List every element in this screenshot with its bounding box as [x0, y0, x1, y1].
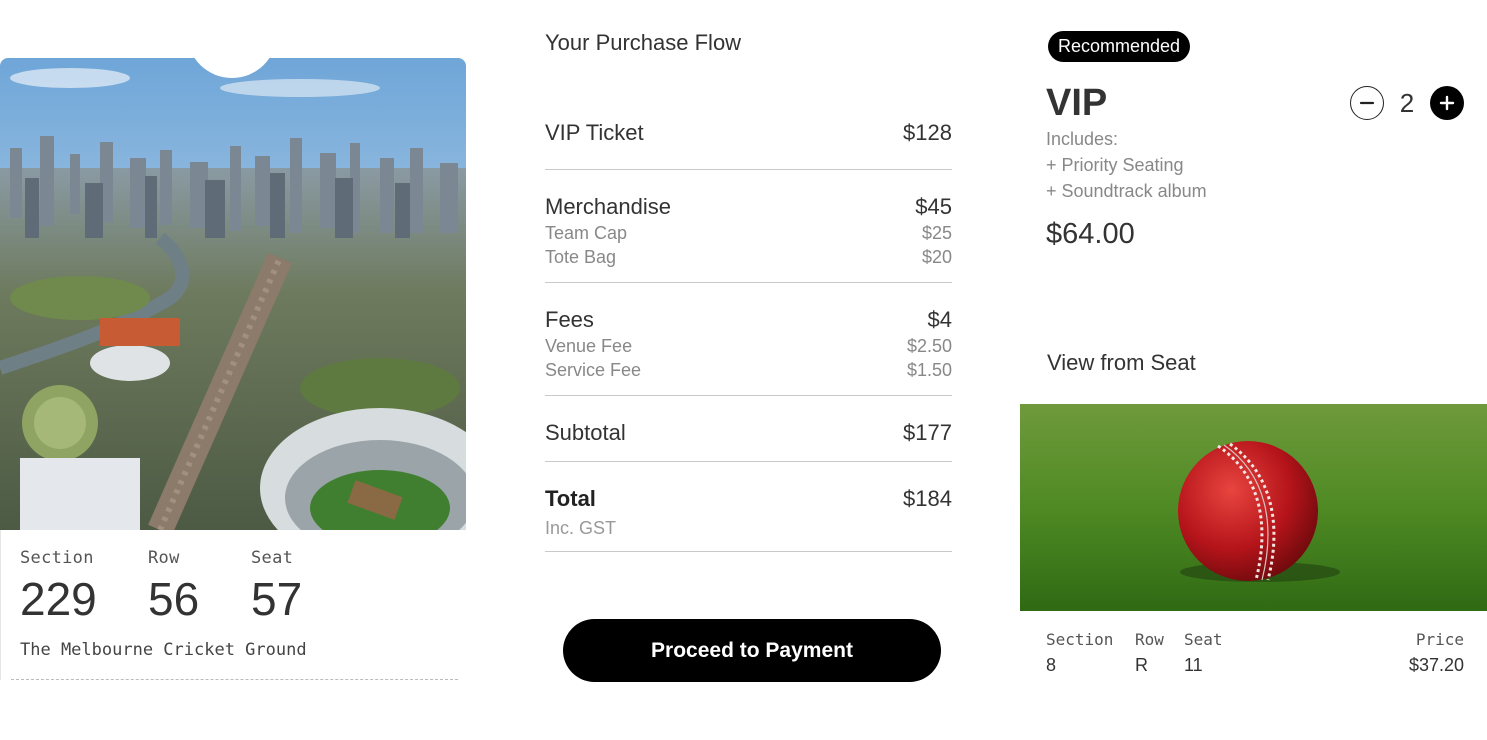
proceed-to-payment-button[interactable]: Proceed to Payment: [563, 619, 941, 682]
purchase-flow-title: Your Purchase Flow: [545, 30, 742, 55]
line-vip-ticket: VIP Ticket $128: [545, 120, 952, 170]
stadium-aerial-photo: [0, 58, 466, 530]
fee-item-label: Venue Fee: [545, 336, 633, 356]
subtotal-amount: $177: [903, 420, 952, 445]
ticket-row: Row 56: [148, 548, 199, 626]
total-amount: $184: [903, 486, 952, 511]
ticket-perforation: [11, 679, 458, 680]
seat-view-row: Row R: [1135, 630, 1164, 676]
decrease-quantity-button[interactable]: [1350, 86, 1384, 120]
vip-ticket-amount: $128: [903, 120, 952, 145]
seat-view-price-value: $37.20: [1408, 655, 1464, 675]
merchandise-label: Merchandise: [545, 194, 671, 219]
includes-label: Includes:: [1046, 129, 1119, 149]
ticket-seat-label: Seat: [251, 548, 294, 568]
ticket-section-label: Section: [20, 548, 94, 568]
merch-item-label: Tote Bag: [545, 247, 617, 267]
fee-item: Service Fee $1.50: [545, 360, 952, 381]
purchase-summary: VIP Ticket $128 Merchandise $45 Team Cap…: [545, 120, 952, 552]
seat-view-section: Section 8: [1046, 630, 1113, 676]
gst-note: Inc. GST: [545, 518, 617, 538]
total-label: Total: [545, 486, 596, 511]
merch-item: Team Cap $25: [545, 223, 952, 244]
seat-view-row-value: R: [1135, 655, 1148, 675]
seat-view-row-label: Row: [1135, 630, 1164, 649]
ticket-seat: Seat 57: [251, 548, 302, 626]
seat-view-section-value: 8: [1046, 655, 1057, 675]
line-merchandise: Merchandise $45 Team Cap $25 Tote Bag $2…: [545, 170, 952, 283]
fees-amount: $4: [927, 307, 952, 332]
include-item: + Soundtrack album: [1046, 181, 1207, 201]
line-fees: Fees $4 Venue Fee $2.50 Service Fee $1.5…: [545, 283, 952, 396]
fees-label: Fees: [545, 307, 594, 332]
seat-view-price: Price $37.20: [1409, 630, 1464, 676]
offer-title: VIP: [1046, 82, 1108, 124]
vip-ticket-label: VIP Ticket: [545, 120, 644, 145]
merchandise-amount: $45: [915, 194, 952, 219]
offer-price: $64.00: [1046, 218, 1135, 250]
seat-view-section-label: Section: [1046, 630, 1114, 649]
venue-name: The Melbourne Cricket Ground: [20, 640, 307, 660]
cricket-ball-photo: [1020, 404, 1487, 611]
seat-view-price-label: Price: [1415, 630, 1464, 649]
merch-item: Tote Bag $20: [545, 247, 952, 268]
recommended-badge: Recommended: [1048, 31, 1191, 62]
increase-quantity-button[interactable]: [1430, 86, 1464, 120]
minus-icon: [1359, 101, 1375, 105]
seat-view-seat-value: 11: [1184, 655, 1203, 675]
offer-includes: Includes: + Priority Seating + Soundtrac…: [1046, 126, 1207, 204]
line-total: Total $184 Inc. GST: [545, 462, 952, 552]
fee-item-amount: $1.50: [906, 360, 952, 380]
merch-item-amount: $20: [921, 247, 952, 267]
ticket-details: Section 229 Row 56 Seat 57 The Melbourne…: [0, 530, 466, 680]
view-from-seat-title: View from Seat: [1047, 350, 1196, 375]
seat-view-seat: Seat 11: [1184, 630, 1223, 676]
plus-icon: [1439, 95, 1455, 111]
merch-item-label: Team Cap: [545, 223, 628, 243]
quantity-value: 2: [1399, 87, 1415, 118]
seat-view-seat-label: Seat: [1184, 630, 1223, 649]
merch-item-amount: $25: [921, 223, 952, 243]
quantity-stepper: 2: [1350, 86, 1464, 120]
subtotal-label: Subtotal: [545, 420, 626, 445]
ticket-section: Section 229: [20, 548, 97, 626]
ticket-card: Section 229 Row 56 Seat 57 The Melbourne…: [0, 58, 466, 680]
ticket-row-label: Row: [148, 548, 180, 568]
fee-item-label: Service Fee: [545, 360, 642, 380]
include-item: + Priority Seating: [1046, 155, 1184, 175]
line-subtotal: Subtotal $177: [545, 396, 952, 462]
fee-item-amount: $2.50: [906, 336, 952, 356]
fee-item: Venue Fee $2.50: [545, 336, 952, 357]
ticket-row-value: 56: [148, 573, 200, 625]
ticket-section-value: 229: [20, 573, 97, 625]
ticket-seat-value: 57: [251, 573, 303, 625]
